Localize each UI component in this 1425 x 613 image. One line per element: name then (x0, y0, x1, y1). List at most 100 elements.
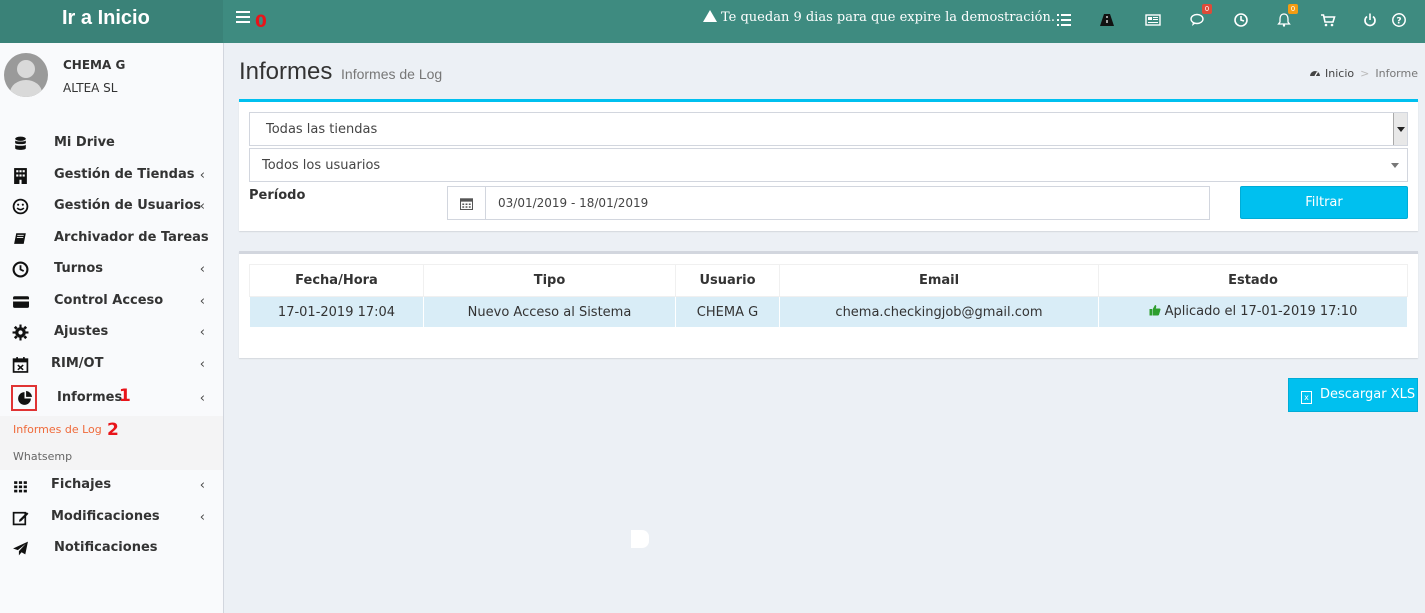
cell-estado: Aplicado el 17-01-2019 17:10 (1098, 296, 1408, 328)
sidebar-item-ajustes[interactable]: Ajustes ‹ (0, 317, 223, 347)
sidebar-item-label: Gestión de Tiendas (54, 167, 195, 182)
page-title: Informes Informes de Log (239, 58, 442, 86)
building-icon (12, 167, 29, 184)
date-range-value: 03/01/2019 - 18/01/2019 (498, 196, 649, 210)
date-range-input[interactable]: 03/01/2019 - 18/01/2019 (485, 186, 1210, 220)
column-header-estado[interactable]: Estado (1098, 264, 1408, 297)
bell-badge: 0 (1288, 4, 1298, 14)
annotation-0: 0 (255, 12, 267, 32)
edit-icon (12, 509, 29, 526)
chevron-down-icon[interactable] (1393, 113, 1407, 145)
sidebar-item-mi-drive[interactable]: Mi Drive (0, 128, 223, 158)
help-icon[interactable]: ? (1391, 12, 1407, 28)
sidebar-item-label: Fichajes (51, 477, 112, 492)
clock-icon[interactable] (1233, 12, 1249, 28)
cell-usuario: CHEMA G (675, 296, 780, 328)
svg-text:?: ? (1396, 17, 1401, 27)
log-table: Fecha/Hora Tipo Usuario Email Estado 17-… (249, 264, 1408, 328)
top-navbar: Ir a Inicio 0 Te quedan 9 dias para que … (0, 0, 1425, 43)
filter-button[interactable]: Filtrar (1240, 186, 1408, 219)
chevron-down-icon (1391, 163, 1399, 168)
submenu-item-whatsemp[interactable]: Whatsemp (13, 450, 72, 463)
sidebar-item-informes[interactable]: Informes 1 ‹ (0, 383, 223, 413)
column-header-email[interactable]: Email (779, 264, 1099, 297)
dashboard-icon (1309, 67, 1321, 81)
sidebar-item-notificaciones[interactable]: Notificaciones (0, 533, 223, 563)
filter-box: Todas las tiendas Todos los usuarios Per… (239, 99, 1418, 231)
sidebar: CHEMA G ALTEA SL Mi Drive Gestión de Tie… (0, 43, 224, 613)
book-icon (12, 230, 29, 247)
calendar-x-icon (12, 356, 29, 373)
user-select-value: Todos los usuarios (262, 158, 381, 173)
newspaper-icon[interactable] (1145, 12, 1161, 28)
sidebar-item-gestion-tiendas[interactable]: Gestión de Tiendas ‹ (0, 160, 223, 190)
column-header-usuario[interactable]: Usuario (675, 264, 780, 297)
sidebar-item-turnos[interactable]: Turnos ‹ (0, 254, 223, 284)
brand-link[interactable]: Ir a Inicio (0, 0, 223, 43)
store-select[interactable]: Todas las tiendas (249, 112, 1408, 146)
power-icon[interactable] (1362, 12, 1378, 28)
sidebar-item-archivador-tareas[interactable]: Archivador de Tareas (0, 223, 223, 253)
chevron-left-icon: ‹ (199, 510, 205, 525)
sidebar-item-label: Gestión de Usuarios (54, 198, 202, 213)
annotation-1: 1 (119, 386, 131, 406)
tasks-icon[interactable] (1056, 12, 1072, 28)
sidebar-toggle-icon[interactable] (236, 11, 250, 25)
breadcrumb: Inicio > Informe (1309, 67, 1418, 81)
chevron-left-icon: ‹ (199, 262, 205, 277)
file-excel-icon: x (1301, 391, 1312, 404)
estado-text: Aplicado el 17-01-2019 17:10 (1164, 304, 1358, 319)
sidebar-item-rim-ot[interactable]: RIM/OT ‹ (0, 349, 223, 379)
chevron-left-icon: ‹ (199, 357, 205, 372)
comments-badge: 0 (1202, 4, 1212, 14)
user-select[interactable]: Todos los usuarios (249, 148, 1408, 182)
mouse-cursor (631, 530, 649, 548)
thumbs-up-icon (1149, 304, 1161, 320)
submenu-item-informes-de-log[interactable]: Informes de Log (13, 423, 102, 436)
pie-chart-icon (16, 390, 33, 407)
chevron-left-icon: ‹ (199, 294, 205, 309)
column-header-fecha-hora[interactable]: Fecha/Hora (249, 264, 424, 297)
results-box: Fecha/Hora Tipo Usuario Email Estado 17-… (239, 251, 1418, 358)
sidebar-item-label: Informes (57, 390, 123, 405)
download-xls-button[interactable]: x Descargar XLS (1288, 378, 1418, 412)
paper-plane-icon (12, 540, 29, 557)
sidebar-item-label: Ajustes (54, 324, 109, 339)
sidebar-item-label: Control Acceso (54, 293, 164, 308)
sidebar-item-fichajes[interactable]: Fichajes ‹ (0, 470, 223, 500)
grid-icon (12, 477, 29, 494)
sidebar-item-gestion-usuarios[interactable]: Gestión de Usuarios ‹ (0, 191, 223, 221)
clock-icon (12, 261, 29, 278)
chevron-left-icon: ‹ (199, 199, 205, 214)
breadcrumb-separator: > (1360, 67, 1370, 80)
breadcrumb-current: Informe (1375, 67, 1418, 80)
road-icon[interactable] (1099, 12, 1115, 28)
page-title-text: Informes (239, 58, 333, 85)
sidebar-item-modificaciones[interactable]: Modificaciones ‹ (0, 502, 223, 532)
sidebar-item-label: Modificaciones (51, 509, 160, 524)
database-icon (12, 135, 29, 152)
period-label: Período (249, 188, 306, 203)
cell-tipo: Nuevo Acceso al Sistema (423, 296, 676, 328)
column-header-tipo[interactable]: Tipo (423, 264, 676, 297)
page-subtitle: Informes de Log (341, 66, 443, 82)
table-row[interactable]: 17-01-2019 17:04 Nuevo Acceso al Sistema… (249, 296, 1408, 328)
avatar (4, 53, 48, 97)
comments-icon[interactable]: 0 (1190, 4, 1212, 28)
trial-message: Te quedan 9 dias para que expire la demo… (721, 10, 1055, 25)
calendar-icon[interactable] (447, 186, 486, 220)
cart-icon[interactable] (1320, 12, 1336, 28)
breadcrumb-home[interactable]: Inicio (1325, 67, 1354, 80)
annotation-2: 2 (107, 420, 119, 440)
trial-warning: Te quedan 9 dias para que expire la demo… (703, 10, 1055, 25)
bell-icon[interactable]: 0 (1276, 4, 1298, 28)
smile-icon (12, 198, 29, 215)
sidebar-item-label: Notificaciones (54, 540, 158, 555)
chevron-left-icon: ‹ (199, 325, 205, 340)
chevron-left-icon: ‹ (199, 478, 205, 493)
sidebar-item-control-acceso[interactable]: Control Acceso ‹ (0, 286, 223, 316)
chevron-left-icon: ‹ (199, 391, 205, 406)
cell-fecha-hora: 17-01-2019 17:04 (249, 296, 424, 328)
warning-icon (703, 10, 717, 22)
brand-title[interactable]: Ir a Inicio (62, 7, 150, 30)
